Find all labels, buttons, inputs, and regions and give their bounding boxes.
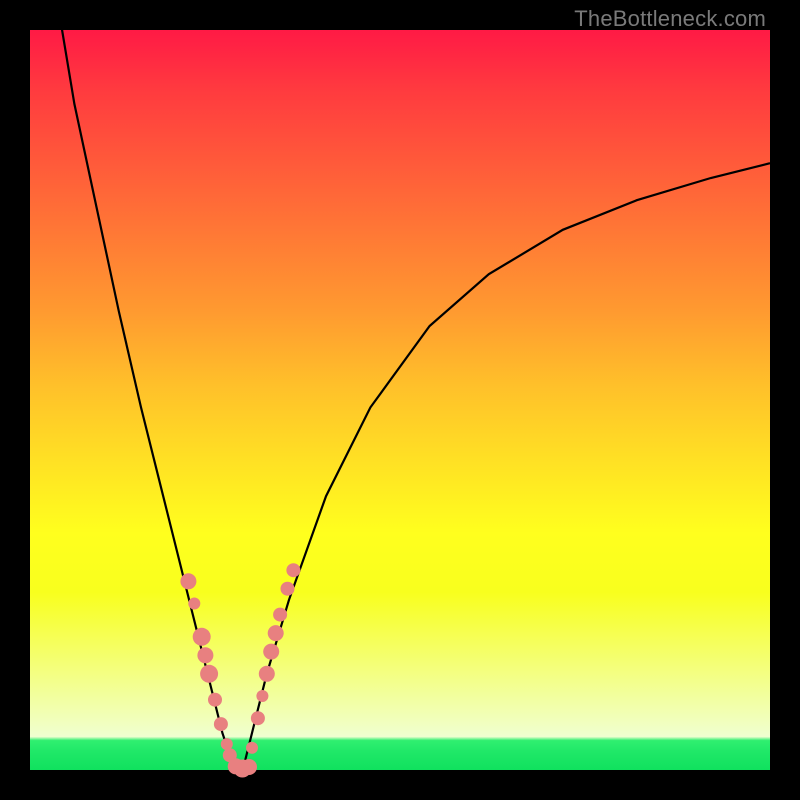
data-marker — [281, 582, 295, 596]
data-marker — [188, 598, 200, 610]
data-marker — [200, 665, 218, 683]
chart-frame: TheBottleneck.com — [0, 0, 800, 800]
data-marker — [197, 647, 213, 663]
data-marker — [268, 625, 284, 641]
data-marker — [263, 644, 279, 660]
bottleneck-curve — [60, 15, 770, 770]
marker-group — [180, 563, 300, 777]
data-marker — [273, 608, 287, 622]
watermark-text: TheBottleneck.com — [574, 6, 766, 32]
data-marker — [251, 711, 265, 725]
data-marker — [256, 690, 268, 702]
data-marker — [259, 666, 275, 682]
data-marker — [241, 759, 257, 775]
data-marker — [246, 742, 258, 754]
data-marker — [193, 628, 211, 646]
data-marker — [180, 573, 196, 589]
data-marker — [214, 717, 228, 731]
data-marker — [208, 693, 222, 707]
chart-svg — [30, 30, 770, 770]
data-marker — [221, 738, 233, 750]
data-marker — [286, 563, 300, 577]
